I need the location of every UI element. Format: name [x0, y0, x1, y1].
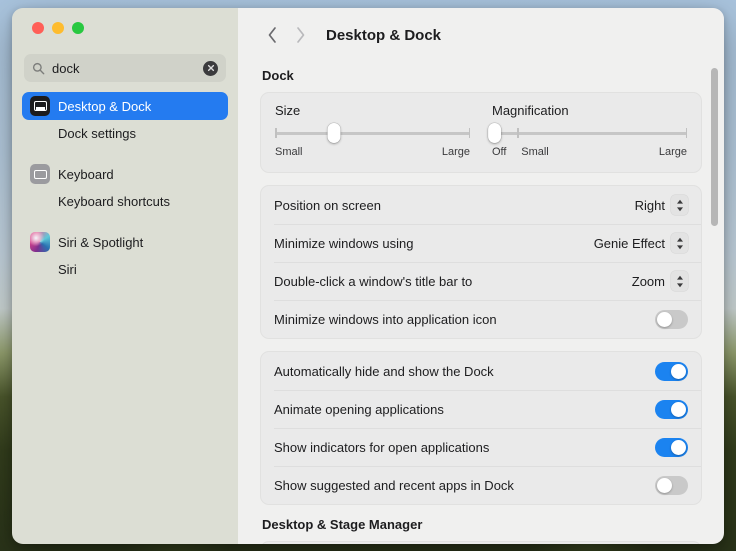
size-slider-max-label: Large: [441, 146, 470, 158]
size-slider-block: Size Small Large: [275, 103, 470, 160]
scrollbar[interactable]: [710, 62, 719, 538]
scrollbar-thumb[interactable]: [711, 68, 718, 226]
sidebar-item-label: Dock settings: [58, 125, 137, 141]
magnification-slider-thumb[interactable]: [488, 123, 502, 143]
row-double-click-title-bar[interactable]: Double-click a window's title bar to Zoo…: [261, 262, 701, 300]
show-suggested-and-recent-apps-toggle[interactable]: [655, 475, 688, 495]
keyboard-icon: [30, 164, 50, 184]
stage-manager-card: Show items On Desktop In Stage Manager: [260, 541, 702, 544]
toggle-knob: [671, 401, 686, 417]
row-label: Show indicators for open applications: [274, 439, 490, 455]
desktop-and-dock-icon: [30, 96, 50, 116]
content-pane: Desktop & Dock Dock Size Small Large Mag…: [238, 8, 724, 544]
forward-button[interactable]: [286, 21, 314, 49]
section-title-desktop-and-stage-manager: Desktop & Stage Manager: [262, 517, 423, 532]
toggle-knob: [657, 477, 672, 493]
row-animate-opening-applications[interactable]: Animate opening applications: [261, 390, 701, 428]
row-label: Minimize windows into application icon: [274, 311, 497, 327]
toggle-knob: [657, 311, 672, 327]
dock-sliders-card: Size Small Large Magnification Off Small…: [260, 92, 702, 173]
desktop-background: dock Desktop & Dock Dock settings Keyboa…: [0, 0, 736, 551]
animate-opening-applications-toggle[interactable]: [655, 399, 688, 419]
dock-options-card: Automatically hide and show the Dock Ani…: [260, 351, 702, 505]
row-label: Minimize windows using: [274, 235, 414, 251]
minimize-windows-using-popup[interactable]: Genie Effect: [594, 233, 688, 253]
sidebar: dock Desktop & Dock Dock settings Keyboa…: [12, 8, 238, 544]
magnification-slider-track: [492, 132, 687, 135]
dock-behavior-card: Position on screen Right Minimize window…: [260, 185, 702, 339]
row-label: Double-click a window's title bar to: [274, 273, 473, 289]
window-controls: [22, 8, 228, 46]
sidebar-item-siri[interactable]: Siri: [22, 256, 228, 282]
row-auto-hide-dock[interactable]: Automatically hide and show the Dock: [261, 352, 701, 390]
sidebar-item-siri-and-spotlight[interactable]: Siri & Spotlight: [22, 228, 228, 256]
size-slider-label: Size: [275, 103, 301, 118]
magnification-slider-tick-small: [517, 128, 519, 138]
magnification-slider-block: Magnification Off Small Large: [488, 103, 687, 160]
sidebar-item-label: Desktop & Dock: [58, 98, 152, 114]
popup-value: Zoom: [631, 273, 665, 289]
auto-hide-dock-toggle[interactable]: [655, 361, 688, 381]
row-show-items[interactable]: Show items On Desktop In Stage Manager: [261, 542, 701, 544]
content-header: Desktop & Dock: [238, 8, 724, 62]
size-slider-min-label: Small: [275, 146, 303, 158]
show-indicators-open-applications-toggle[interactable]: [655, 437, 688, 457]
chevron-up-down-icon[interactable]: [671, 233, 688, 253]
sidebar-item-label: Siri: [58, 261, 77, 277]
clear-search-icon[interactable]: [203, 60, 218, 76]
size-slider[interactable]: [275, 123, 470, 143]
row-label: Position on screen: [274, 197, 381, 213]
row-minimize-windows-using[interactable]: Minimize windows using Genie Effect: [261, 224, 701, 262]
magnification-slider-min-label: Off: [492, 146, 507, 158]
magnification-slider-label: Magnification: [492, 103, 569, 118]
sidebar-item-keyboard-shortcuts[interactable]: Keyboard shortcuts: [22, 188, 228, 214]
sidebar-item-keyboard[interactable]: Keyboard: [22, 160, 228, 188]
back-button[interactable]: [258, 21, 286, 49]
search-field[interactable]: dock: [24, 54, 226, 82]
size-slider-tick-max: [468, 128, 470, 138]
maximize-button[interactable]: [72, 22, 84, 34]
minimize-button[interactable]: [52, 22, 64, 34]
row-position-on-screen[interactable]: Position on screen Right: [261, 186, 701, 224]
row-show-suggested-and-recent-apps[interactable]: Show suggested and recent apps in Dock: [261, 466, 701, 504]
magnification-slider-max-label: Large: [658, 146, 687, 158]
sidebar-item-desktop-and-dock[interactable]: Desktop & Dock: [22, 92, 228, 120]
row-label: Automatically hide and show the Dock: [274, 363, 494, 379]
size-slider-thumb[interactable]: [327, 123, 340, 143]
double-click-title-bar-popup[interactable]: Zoom: [632, 271, 688, 291]
size-slider-track: [275, 132, 470, 135]
magnification-slider-mid-label: Small: [521, 146, 549, 158]
sidebar-divider-gap: [22, 146, 228, 158]
size-slider-scale: Small Large: [275, 146, 470, 160]
row-minimize-into-application-icon[interactable]: Minimize windows into application icon: [261, 300, 701, 338]
magnification-slider-scale: Off Small Large: [492, 146, 687, 160]
row-show-indicators-open-applications[interactable]: Show indicators for open applications: [261, 428, 701, 466]
sidebar-item-label: Siri & Spotlight: [58, 234, 144, 250]
chevron-up-down-icon[interactable]: [671, 195, 688, 215]
size-slider-tick-min: [275, 128, 277, 138]
sidebar-item-label: Keyboard: [58, 166, 114, 182]
position-on-screen-popup[interactable]: Right: [635, 195, 688, 215]
siri-icon: [30, 232, 50, 252]
minimize-into-application-icon-toggle[interactable]: [655, 309, 688, 329]
magnification-slider[interactable]: [488, 123, 687, 143]
close-button[interactable]: [32, 22, 44, 34]
toggle-knob: [671, 439, 686, 455]
magnification-slider-tick-max: [685, 128, 687, 138]
settings-scroll-area: Dock Size Small Large Magnification Off …: [238, 62, 724, 544]
sidebar-item-label: Keyboard shortcuts: [58, 193, 171, 209]
chevron-up-down-icon[interactable]: [671, 271, 688, 291]
page-title: Desktop & Dock: [326, 26, 442, 44]
system-settings-window: dock Desktop & Dock Dock settings Keyboa…: [12, 8, 724, 544]
row-label: Show suggested and recent apps in Dock: [274, 477, 514, 493]
toggle-knob: [671, 363, 686, 379]
sidebar-divider-gap: [22, 214, 228, 226]
sidebar-item-dock-settings[interactable]: Dock settings: [22, 120, 228, 146]
popup-value: Right: [634, 197, 665, 213]
search-icon: [32, 62, 45, 74]
search-input[interactable]: dock: [52, 62, 196, 75]
popup-value: Genie Effect: [593, 235, 665, 251]
section-title-dock: Dock: [262, 68, 294, 83]
row-label: Animate opening applications: [274, 401, 444, 417]
